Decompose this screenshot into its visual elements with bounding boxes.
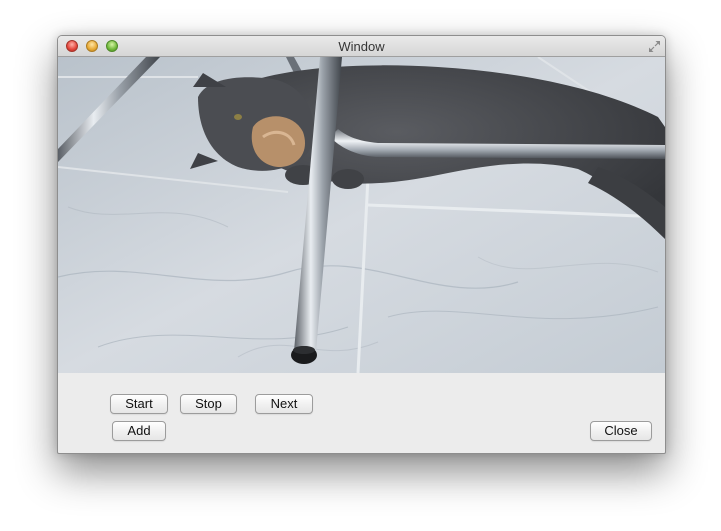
start-button[interactable]: Start [110,394,168,414]
title-bar[interactable]: Window [58,36,665,57]
video-frame [58,57,665,373]
add-button[interactable]: Add [112,421,166,441]
fullscreen-arrows-icon[interactable] [648,40,661,53]
next-button[interactable]: Next [255,394,313,414]
close-button[interactable]: Close [590,421,652,441]
stop-button[interactable]: Stop [180,394,237,414]
cat-photo [58,57,665,373]
app-window: Window Start Stop Next Add Close [57,35,666,454]
window-title: Window [338,39,385,54]
